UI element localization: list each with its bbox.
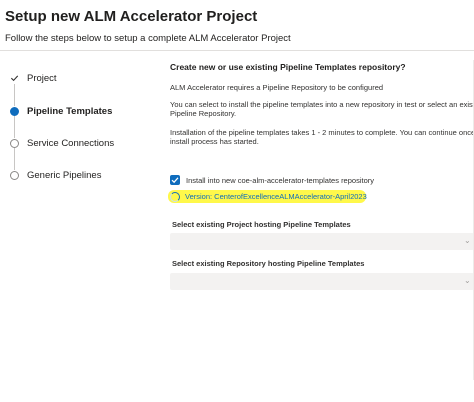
version-status: Version: CenterofExcellenceALMAccelerato…	[168, 190, 367, 203]
wizard-stepper: Project Pipeline Templates Service Conne…	[0, 60, 150, 260]
options-text-line-2: Pipeline Repository.	[170, 109, 237, 118]
section-heading: Create new or use existing Pipeline Temp…	[170, 62, 406, 72]
checkbox-label: Install into new coe-alm-accelerator-tem…	[186, 175, 374, 185]
options-text-line-1: You can select to install the pipeline t…	[170, 100, 474, 109]
step-project[interactable]: Project	[10, 71, 57, 85]
repository-dropdown-label: Select existing Repository hosting Pipel…	[172, 259, 365, 268]
requirement-text: ALM Accelerator requires a Pipeline Repo…	[170, 83, 384, 92]
pending-step-circle-icon	[10, 138, 19, 148]
install-new-repo-option[interactable]: Install into new coe-alm-accelerator-tem…	[170, 175, 374, 185]
step-connector	[14, 148, 15, 170]
step-label: Project	[27, 72, 57, 84]
loading-spinner-icon	[170, 191, 180, 202]
step-service-connections[interactable]: Service Connections	[10, 136, 114, 150]
page-subtitle: Follow the steps below to setup a comple…	[5, 33, 291, 44]
step-connector	[14, 116, 15, 138]
install-text-line-2: install process has started.	[170, 137, 259, 146]
pending-step-circle-icon	[10, 170, 19, 180]
install-new-repo-checkbox[interactable]	[170, 175, 180, 185]
active-step-dot-icon	[10, 106, 19, 116]
chevron-down-icon: ⌄	[464, 236, 471, 245]
chevron-down-icon: ⌄	[464, 276, 471, 285]
step-pipeline-templates[interactable]: Pipeline Templates	[10, 104, 112, 118]
header-divider	[0, 50, 474, 51]
install-text-line-1: Installation of the pipeline templates t…	[170, 128, 474, 137]
step-generic-pipelines[interactable]: Generic Pipelines	[10, 168, 101, 182]
repository-dropdown[interactable]: ⌄	[170, 273, 474, 290]
step-label: Generic Pipelines	[27, 169, 102, 181]
step-connector	[14, 84, 15, 106]
version-text: Version: CenterofExcellenceALMAccelerato…	[185, 192, 367, 201]
project-dropdown-label: Select existing Project hosting Pipeline…	[172, 220, 351, 229]
project-dropdown[interactable]: ⌄	[170, 233, 474, 250]
step-label: Service Connections	[27, 137, 115, 149]
page-title: Setup new ALM Accelerator Project	[5, 8, 258, 25]
checkmark-icon	[171, 177, 179, 184]
check-icon	[10, 73, 19, 83]
step-label: Pipeline Templates	[27, 105, 113, 117]
